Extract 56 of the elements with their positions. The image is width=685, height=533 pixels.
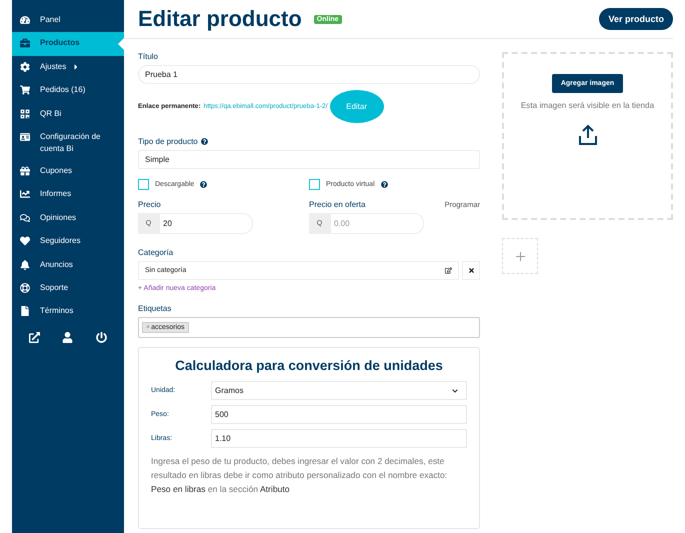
field-label: Categoría [138,248,174,257]
field-label: Título [138,52,160,61]
settings-icon [20,60,31,73]
sidebar-item[interactable]: Informes [12,183,124,207]
plus-icon [516,252,524,260]
heart-icon [20,235,31,248]
sidebar-item[interactable]: Ajustes [12,56,124,80]
document-icon [20,305,31,318]
page-title: Editar producto [138,6,302,32]
help-icon[interactable] [380,181,388,188]
cart-icon [20,84,31,96]
sidebar-item[interactable]: Pedidos (16) [12,79,124,103]
field-label: Tipo de producto [138,137,198,146]
chevron-down-icon [452,388,458,394]
briefcase-icon [20,37,31,50]
edit-icon[interactable] [445,267,452,274]
sidebar-item[interactable]: Soporte [12,276,124,300]
sidebar-item[interactable]: Términos [12,300,124,324]
view-product-button[interactable]: Ver producto [599,8,673,30]
field-label: Etiquetas [138,304,172,313]
help-icon[interactable] [200,181,208,188]
checkbox[interactable] [309,179,320,190]
sidebar-item[interactable]: Opiniones [12,206,124,230]
active-pointer-icon [118,38,124,50]
help-text: Ingresa el peso de tu producto, debes ingresar el valor con 2 decimales, este resultado en libras debe ir como atributo personalizado con el nombre exacto: Peso en libras en la sección Atributo [151,455,448,496]
help-icon[interactable] [200,138,208,145]
gauge-icon [20,14,31,26]
card-title: Calculadora para conversión de unidades [174,358,444,373]
sidebar-item[interactable]: Cupones [12,160,124,184]
checkbox[interactable] [138,179,149,190]
title-field[interactable]: Prueba 1 [138,65,480,84]
upload-icon [578,124,598,146]
power-icon[interactable] [96,332,107,343]
qr-code-icon [20,108,31,120]
sidebar-item[interactable]: Anuncios [12,254,124,277]
sidebar-item[interactable]: QR Bi [12,102,124,126]
image-hint: Esta imagen será visible en la tienda [520,101,654,110]
external-link-icon[interactable] [29,332,40,343]
line-chart-icon [20,188,31,200]
chat-bubbles-icon [20,212,31,224]
field-label: Precio [138,200,162,209]
sidebar-item[interactable]: Seguidores [12,230,124,254]
field-label: Precio en oferta [309,200,366,209]
input-field[interactable]: 500 [211,405,467,424]
lifebuoy-icon [20,282,31,294]
id-card-icon [20,130,31,143]
sidebar-item[interactable]: Productos [12,32,124,56]
user-icon[interactable] [62,332,74,343]
close-icon[interactable] [462,261,480,280]
unit-select[interactable]: Gramos [211,381,467,400]
sidebar-item[interactable]: Configuración de cuenta Bi [12,126,124,160]
input-field[interactable]: 1.10 [211,429,467,448]
gift-icon [20,164,31,177]
product-type-field[interactable]: Simple [138,150,480,169]
bell-icon [20,258,31,271]
sidebar-item[interactable]: Panel [12,9,124,32]
